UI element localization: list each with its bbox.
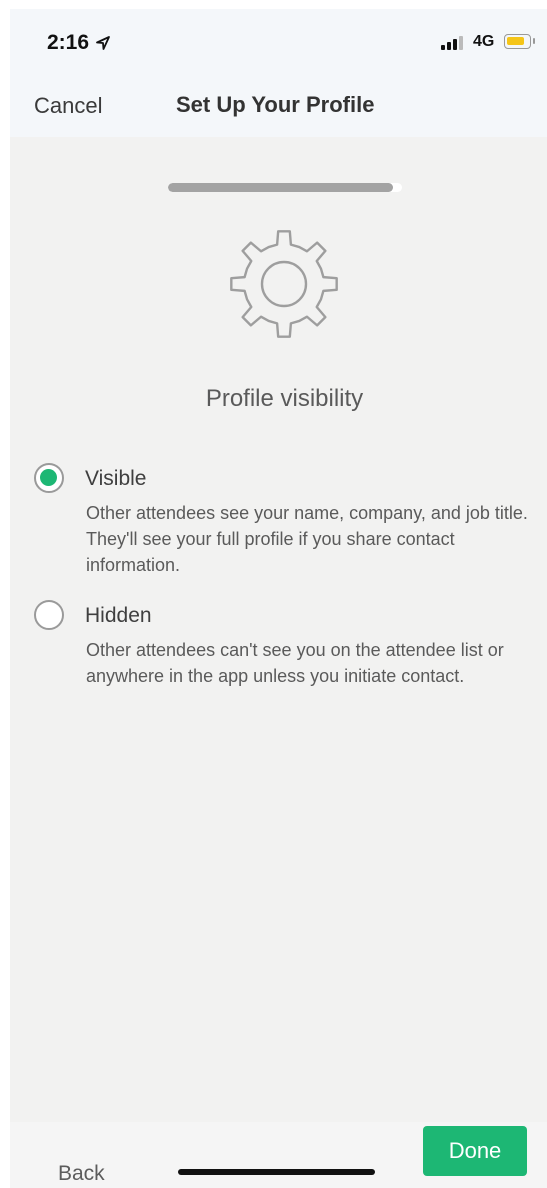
back-button[interactable]: Back (58, 1162, 105, 1186)
cancel-button[interactable]: Cancel (34, 93, 102, 119)
option-label-visible: Visible (85, 467, 147, 490)
option-hidden[interactable]: Hidden Other attendees can't see you on … (10, 597, 547, 707)
radio-selected-dot (40, 469, 57, 486)
progress-bar (168, 183, 402, 192)
done-button[interactable]: Done (423, 1126, 527, 1176)
status-bar: 2:16 4G (10, 9, 547, 71)
status-time-text: 2:16 (47, 31, 90, 54)
nav-bar: Cancel Set Up Your Profile (10, 71, 547, 137)
page-title: Set Up Your Profile (176, 92, 375, 117)
section-title: Profile visibility (205, 385, 364, 412)
option-description-visible: Other attendees see your name, company, … (86, 503, 528, 575)
status-time: 2:16 (47, 31, 111, 55)
option-visible[interactable]: Visible Other attendees see your name, c… (10, 459, 547, 589)
network-type: 4G (473, 33, 495, 50)
option-description-hidden: Other attendees can't see you on the att… (86, 640, 504, 686)
progress-fill (168, 183, 393, 192)
option-label-hidden: Hidden (85, 604, 152, 627)
radio-visible[interactable] (34, 463, 64, 493)
home-indicator (178, 1169, 375, 1175)
location-arrow-icon (96, 36, 110, 50)
radio-hidden[interactable] (34, 600, 64, 630)
signal-icon (441, 36, 463, 50)
app-screen: 2:16 4G Cancel Set Up Your Profile Profi… (10, 9, 547, 1188)
battery-icon (504, 34, 535, 49)
gear-icon (230, 230, 338, 338)
